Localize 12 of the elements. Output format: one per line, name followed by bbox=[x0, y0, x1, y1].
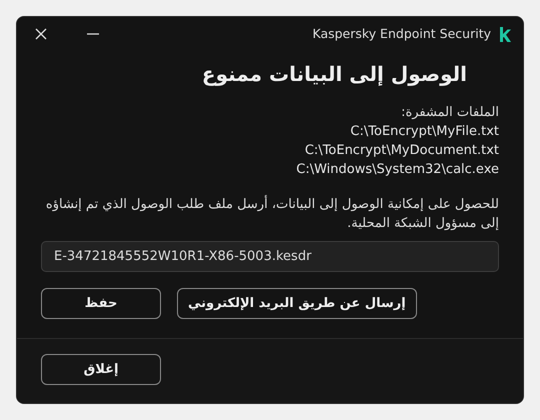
send-email-button[interactable]: إرسال عن طريق البريد الإلكتروني bbox=[177, 288, 417, 319]
logo-icon bbox=[499, 26, 511, 42]
instructions-text: للحصول على إمكانية الوصول إلى البيانات، أرسل ملف طلب الوصول الذي تم إنشاؤه إلى مسؤول الشبكة المحلية. bbox=[44, 195, 499, 233]
dialog-heading: الوصول إلى البيانات ممنوع bbox=[200, 61, 467, 88]
request-file-field[interactable]: E-34721845552W10R1-X86-5003.kesdr bbox=[41, 241, 499, 272]
close-button[interactable]: إغلاق bbox=[41, 354, 161, 385]
file-path: C:\ToEncrypt\MyDocument.txt bbox=[304, 142, 499, 160]
window-title: Kaspersky Endpoint Security bbox=[312, 24, 491, 43]
file-path: C:\ToEncrypt\MyFile.txt bbox=[350, 123, 499, 141]
file-path: C:\Windows\System32\calc.exe bbox=[296, 161, 499, 179]
save-button[interactable]: حفظ bbox=[41, 288, 161, 319]
files-label: الملفات المشفرة: bbox=[401, 104, 499, 122]
